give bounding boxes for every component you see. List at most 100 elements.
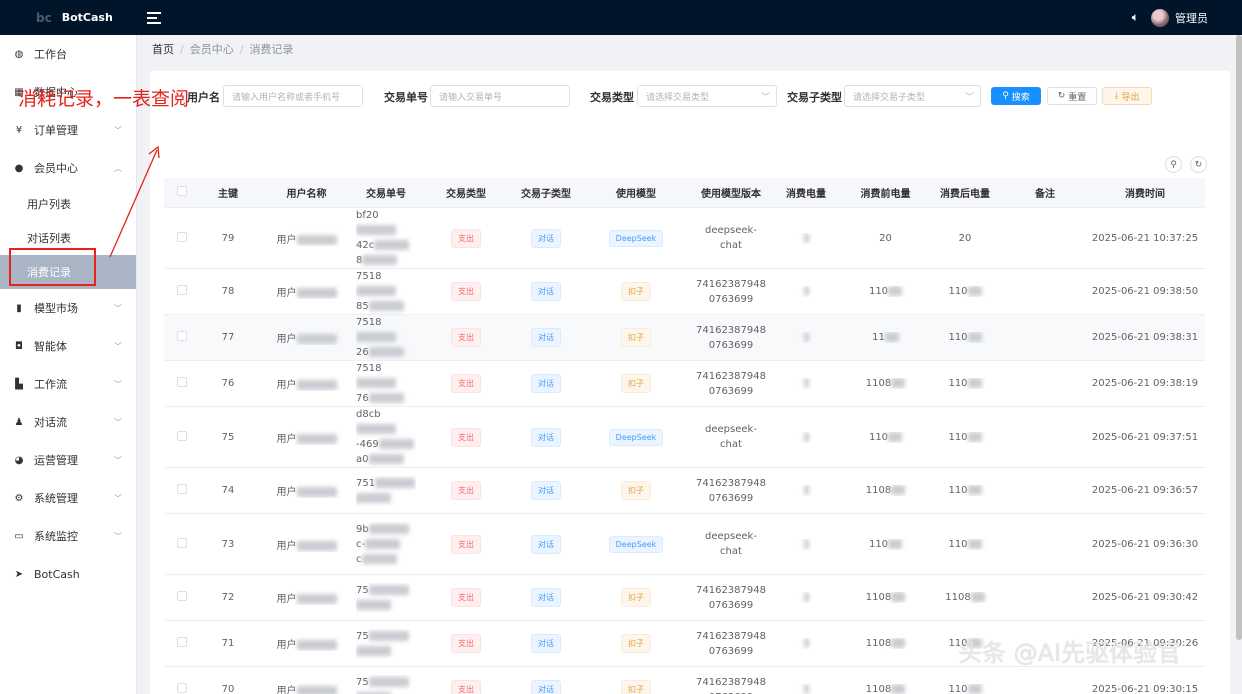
cell-trade-no: 75: [356, 629, 416, 659]
main-content: 首页 / 会员中心 / 消费记录 用户名 请输入用户名称或者手机号 交易单号 请输入交易…: [137, 35, 1242, 694]
trade-subtype-tag: 对话: [531, 427, 561, 447]
table-row[interactable]: 74 用户 751 支出 对话 扣子 741623879482 0763699 1108 110 2…: [164, 468, 1205, 514]
cell-usage: [766, 332, 846, 343]
page-scrollbar[interactable]: [1236, 35, 1242, 640]
sidebar-item-label: BotCash: [34, 567, 80, 581]
cell-trade-no: bf20 42c 8: [356, 208, 416, 268]
table-row[interactable]: 76 用户 7518 76 支出 对话 扣子 741623879482 0763699 1108 1…: [164, 361, 1205, 407]
row-checkbox[interactable]: [164, 683, 199, 694]
cell-trade-subtype: 对话: [516, 588, 576, 607]
trade-no-input[interactable]: 请输入交易单号: [430, 85, 570, 107]
row-checkbox[interactable]: [164, 377, 199, 390]
trade-no-line: -469: [356, 437, 416, 452]
redacted-block: [296, 540, 337, 551]
cell-trade-subtype: 对话: [516, 481, 576, 500]
trade-subtype-tag: 对话: [531, 534, 561, 554]
trade-no-text: 85: [356, 301, 369, 312]
redacted-block: [891, 485, 906, 495]
table-row[interactable]: 79 用户 bf20 42c 8 支出 对话 DeepSeek deepseek-chat 20 2…: [164, 208, 1205, 269]
row-checkbox[interactable]: [164, 591, 199, 604]
sidebar-item-label: 工作台: [34, 48, 67, 61]
cell-id: 70: [221, 684, 235, 694]
redacted-block: [296, 380, 337, 390]
cell-trade-no: 751: [356, 476, 416, 506]
chevron-icon: ﹀: [114, 341, 122, 351]
column-header: 消费前电量: [860, 189, 911, 200]
post-balance-text: 110: [948, 538, 968, 550]
export-button-label: 导出: [1121, 92, 1140, 103]
sidebar-item[interactable]: ▙ 工作流 ﹀: [0, 365, 136, 403]
menu-toggle-icon[interactable]: [147, 11, 161, 24]
reset-button[interactable]: ↻ 重置: [1047, 87, 1097, 105]
table-row[interactable]: 77 用户 7518 26 支出 对话 扣子 741623879482 0763699 11 110…: [164, 315, 1205, 361]
sidebar-item[interactable]: ▮ 模型市场 ﹀: [0, 289, 136, 327]
username-input[interactable]: 请输入用户名称或者手机号: [223, 85, 363, 107]
cell-trade-no: d8cb -469 a0: [356, 407, 416, 467]
export-button[interactable]: ⤓ 导出: [1102, 87, 1152, 105]
redacted-block: [374, 240, 410, 250]
cell-trade-no: 75: [356, 583, 416, 613]
sidebar-item[interactable]: ◘ 智能体 ﹀: [0, 327, 136, 365]
trade-no-line: 85: [356, 299, 416, 314]
table-row[interactable]: 73 用户 9b c-c 支出 对话 DeepSeek deepseek-chat 110 110…: [164, 514, 1205, 575]
sidebar-item[interactable]: ⚙ 系统管理 ﹀: [0, 479, 136, 517]
trade-type-tag: 支出: [451, 374, 481, 393]
trade-no-line: c: [356, 552, 416, 567]
trade-no-text: 7518: [356, 317, 382, 328]
search-toggle-icon[interactable]: ⚲: [1165, 156, 1182, 173]
cell-post-balance: 20: [925, 233, 1005, 244]
redacted-block: [803, 232, 809, 243]
sidebar-item[interactable]: ➤ BotCash: [0, 555, 136, 593]
redacted-block: [967, 684, 982, 694]
table-row[interactable]: 70 用户 75 支出 对话 扣子 741623879482 0763699 1108 110 20…: [164, 667, 1205, 694]
chevron-down-icon: ﹀: [964, 93, 974, 103]
sidebar-item[interactable]: ◕ 运营管理 ﹀: [0, 441, 136, 479]
trade-subtype-select[interactable]: 请选择交易子类型 ﹀: [844, 85, 981, 107]
cell-pre-balance: 110: [846, 431, 925, 443]
cell-time: 2025-06-21 09:36:30: [1091, 538, 1199, 550]
row-checkbox[interactable]: [164, 430, 199, 444]
trade-type-tag: 支出: [451, 228, 481, 248]
user-prefix: 用户: [276, 334, 297, 345]
logo[interactable]: bc BotCash: [0, 11, 137, 25]
table-row[interactable]: 78 用户 7518 85 支出 对话 扣子 741623879482 0763699 110 11…: [164, 269, 1205, 315]
trade-type-select[interactable]: 请选择交易类型 ﹀: [637, 85, 777, 107]
model-version-line: deepseek-chat: [705, 531, 757, 557]
row-checkbox[interactable]: [164, 537, 199, 551]
trade-type-tag: 支出: [451, 282, 481, 301]
trade-no-line: 42c: [356, 238, 416, 253]
column-header: 交易类型: [446, 189, 486, 200]
row-checkbox[interactable]: [164, 484, 199, 497]
trade-no-line: [356, 491, 416, 506]
refresh-icon[interactable]: ↻: [1190, 156, 1207, 173]
monitor-icon: ▭: [14, 530, 24, 542]
column-header: 交易子类型: [521, 189, 571, 200]
table-row[interactable]: 72 用户 75 支出 对话 扣子 741623879482 0763699 1108 1108 2…: [164, 575, 1205, 621]
redacted-block: [362, 255, 398, 265]
trade-subtype-placeholder: 请选择交易子类型: [853, 93, 926, 103]
row-checkbox[interactable]: [164, 331, 199, 344]
cell-post-balance: 110: [925, 684, 1005, 694]
redacted-block: [368, 584, 409, 595]
search-button[interactable]: ⚲ 搜索: [991, 87, 1041, 105]
row-checkbox[interactable]: [164, 285, 199, 298]
column-header: 消费时间: [1125, 189, 1165, 200]
breadcrumb-parent[interactable]: 会员中心: [190, 43, 234, 56]
redacted-block: [296, 686, 337, 694]
cell-trade-subtype: 对话: [516, 228, 576, 248]
sidebar-item[interactable]: ◍ 工作台: [0, 35, 136, 73]
row-checkbox[interactable]: [164, 637, 199, 650]
agent-icon: ◘: [15, 340, 23, 352]
sidebar-item[interactable]: ▭ 系统监控 ﹀: [0, 517, 136, 555]
cell-trade-no: 7518 76: [356, 361, 416, 406]
redacted-block: [891, 638, 906, 648]
redacted-block: [967, 485, 982, 495]
redacted-block: [803, 431, 809, 442]
table-row[interactable]: 75 用户 d8cb -469 a0 支出 对话 DeepSeek deepseek-chat 1…: [164, 407, 1205, 468]
cell-model-version: 741623879482 0763699: [696, 629, 766, 659]
sidebar-item[interactable]: ♟ 对话流 ﹀: [0, 403, 136, 441]
volume-icon[interactable]: 🔈︎: [1132, 10, 1139, 25]
admin-name[interactable]: 管理员: [1175, 10, 1208, 26]
avatar[interactable]: [1151, 8, 1169, 27]
breadcrumb-home[interactable]: 首页: [152, 43, 174, 56]
